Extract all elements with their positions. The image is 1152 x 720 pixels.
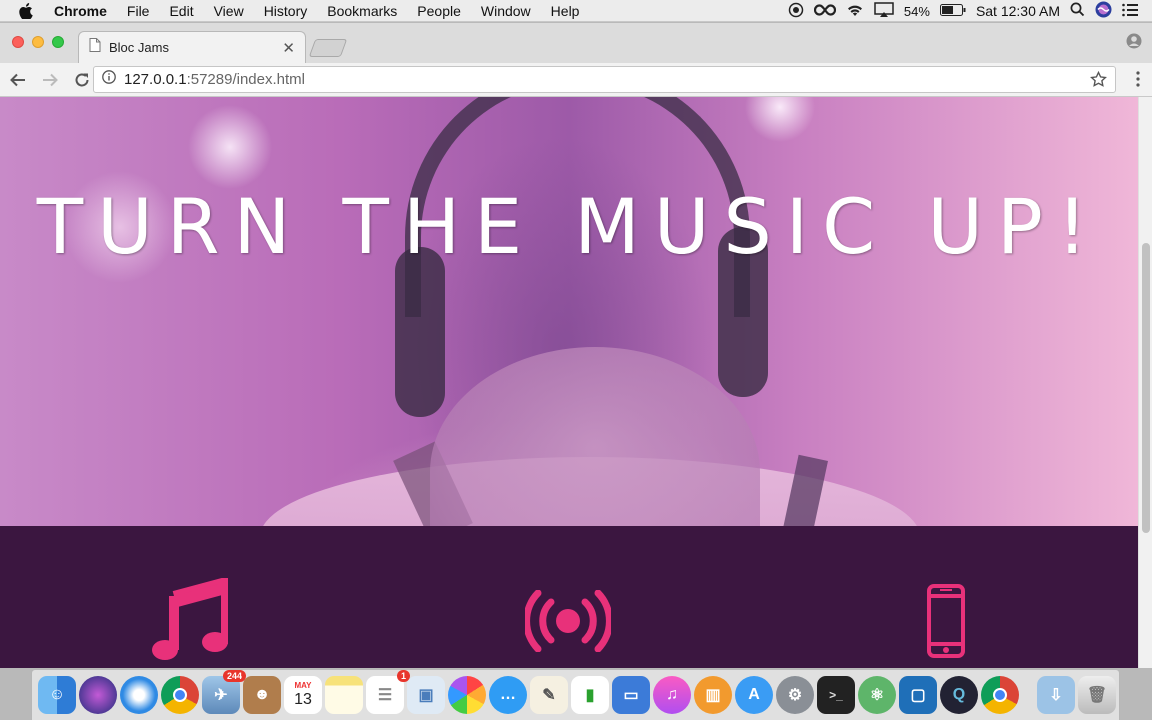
back-arrow-icon[interactable]: [4, 66, 32, 94]
menu-view[interactable]: View: [204, 0, 254, 22]
tab-strip: Bloc Jams ✕: [0, 23, 1152, 63]
atom-icon[interactable]: ⚛: [858, 676, 896, 714]
page-viewport: TURN THE MUSIC UP!: [0, 97, 1152, 668]
chrome-menu-icon[interactable]: [1136, 71, 1140, 92]
minimize-window-button[interactable]: [32, 36, 44, 48]
contacts-icon[interactable]: ☻: [243, 676, 281, 714]
chrome-icon[interactable]: [981, 676, 1019, 714]
calendar-day: 13: [294, 691, 312, 708]
itunes-icon[interactable]: ♫: [653, 676, 691, 714]
hero-image-earcup: [395, 247, 445, 417]
profile-icon[interactable]: [1126, 33, 1142, 54]
menu-people[interactable]: People: [407, 0, 471, 22]
menu-edit[interactable]: Edit: [159, 0, 203, 22]
hero-section: TURN THE MUSIC UP!: [0, 97, 1138, 526]
calendar-month: MAY: [294, 681, 312, 690]
calendar-icon[interactable]: MAY 13: [284, 676, 322, 714]
code-editor-icon[interactable]: ▢: [899, 676, 937, 714]
url-path: :57289/index.html: [186, 71, 305, 88]
airplay-icon[interactable]: [874, 1, 894, 21]
safari-icon[interactable]: [120, 676, 158, 714]
mail-icon[interactable]: ✈ 244: [202, 670, 246, 714]
maximize-window-button[interactable]: [52, 36, 64, 48]
textedit-icon[interactable]: ✎: [530, 676, 568, 714]
finder-icon[interactable]: ☺: [38, 676, 76, 714]
reload-icon[interactable]: [68, 66, 96, 94]
broadcast-icon: [523, 589, 613, 657]
menu-window[interactable]: Window: [471, 0, 541, 22]
browser-toolbar: 127.0.0.1:57289/index.html: [0, 63, 1152, 97]
music-note-icon: [152, 575, 231, 668]
menu-bar: Chrome File Edit View History Bookmarks …: [0, 0, 1152, 22]
numbers-icon[interactable]: ▮: [571, 676, 609, 714]
photos-icon[interactable]: [448, 676, 486, 714]
tab-title: Bloc Jams: [109, 40, 169, 55]
downloads-folder-icon[interactable]: ⇩: [1037, 676, 1075, 714]
apple-icon[interactable]: [0, 2, 52, 19]
battery-icon[interactable]: [939, 3, 966, 19]
quicktime-icon[interactable]: Q: [940, 676, 978, 714]
window-controls: [12, 36, 64, 48]
siri-icon[interactable]: [1095, 1, 1112, 21]
close-window-button[interactable]: [12, 36, 24, 48]
menu-app-name[interactable]: Chrome: [52, 0, 117, 22]
record-icon[interactable]: [788, 2, 804, 21]
tab-close-icon[interactable]: ✕: [282, 39, 295, 57]
terminal-icon[interactable]: >_: [817, 676, 855, 714]
url-host: 127.0.0.1: [124, 71, 187, 88]
hero-title: TURN THE MUSIC UP!: [36, 182, 1102, 271]
siri-dock-icon[interactable]: [79, 676, 117, 714]
trash-icon[interactable]: 🗑: [1078, 676, 1116, 714]
chrome-icon[interactable]: [161, 676, 199, 714]
mail-badge: 244: [222, 670, 246, 682]
dock: ☺ ✈ 244 ☻ MAY 13 ☰ 1 ▣ … ✎ ▮ ▭ ♫ ▥ A ⚙ >_ ⚛…: [31, 669, 1120, 720]
reminders-icon[interactable]: ☰ 1: [366, 670, 410, 714]
menubar-clock[interactable]: Sat 12:30 AM: [976, 3, 1060, 19]
url-text[interactable]: 127.0.0.1:57289/index.html: [124, 71, 305, 88]
tab-bloc-jams[interactable]: Bloc Jams ✕: [78, 31, 306, 63]
keynote-icon[interactable]: ▭: [612, 676, 650, 714]
menu-bookmarks[interactable]: Bookmarks: [317, 0, 407, 22]
bookmark-star-icon[interactable]: [1090, 70, 1107, 93]
forward-arrow-icon[interactable]: [36, 66, 64, 94]
selling-points-section: [0, 526, 1138, 668]
menu-help[interactable]: Help: [541, 0, 590, 22]
messages-icon[interactable]: …: [489, 676, 527, 714]
page-icon: [89, 38, 101, 57]
menu-file[interactable]: File: [117, 0, 160, 22]
app-store-icon[interactable]: A: [735, 676, 773, 714]
notes-icon[interactable]: [325, 676, 363, 714]
preview-icon[interactable]: ▣: [407, 676, 445, 714]
wifi-icon[interactable]: [846, 3, 864, 20]
menu-history[interactable]: History: [254, 0, 318, 22]
hero-image-head: [430, 347, 760, 526]
new-tab-button[interactable]: [308, 39, 348, 57]
browser-window: Bloc Jams ✕ 127.0.0.1:57289/index.html T…: [0, 23, 1152, 668]
ibooks-icon[interactable]: ▥: [694, 676, 732, 714]
info-icon[interactable]: [102, 70, 116, 89]
scrollbar-thumb[interactable]: [1142, 243, 1150, 533]
battery-percent: 54%: [903, 3, 930, 19]
address-bar[interactable]: 127.0.0.1:57289/index.html: [93, 66, 1116, 93]
notification-center-icon[interactable]: [1122, 3, 1138, 20]
mobile-phone-icon: [927, 584, 965, 663]
page-scrollbar[interactable]: [1138, 97, 1152, 668]
spotlight-search-icon[interactable]: [1070, 2, 1085, 20]
infinity-icon[interactable]: [813, 3, 836, 19]
system-preferences-icon[interactable]: ⚙: [776, 676, 814, 714]
